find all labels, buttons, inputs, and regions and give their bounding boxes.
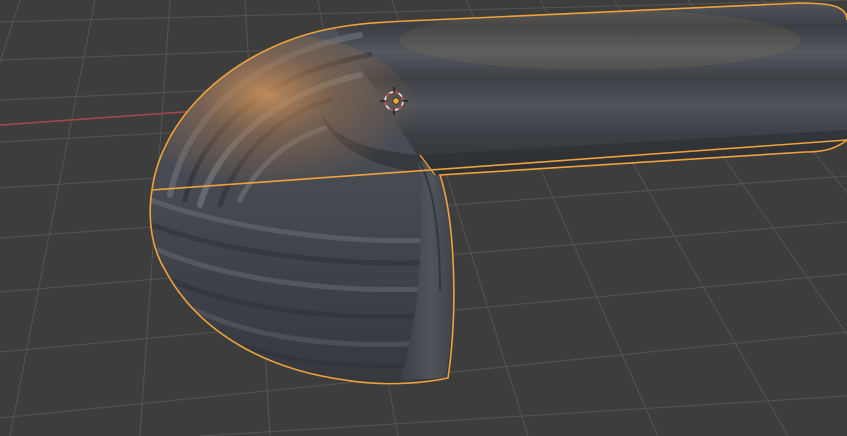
viewport-3d[interactable]: 3D Viewport: [0, 0, 847, 436]
tube-mesh-object[interactable]: [140, 0, 847, 400]
object-origin-dot: [392, 97, 400, 105]
viewport-canvas[interactable]: [0, 0, 847, 436]
